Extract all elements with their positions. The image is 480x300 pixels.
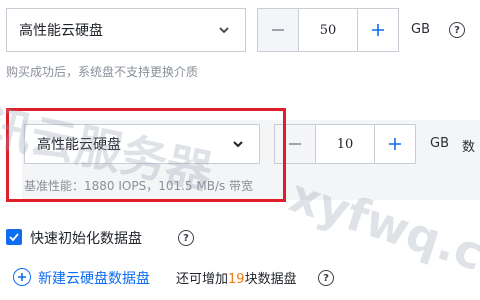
question-circle-icon[interactable]: ? xyxy=(318,270,334,286)
decrement-button[interactable] xyxy=(257,8,299,52)
question-circle-icon[interactable]: ? xyxy=(449,22,465,38)
remaining-disks-text: 还可增加19块数据盘 xyxy=(176,272,297,287)
chevron-down-icon xyxy=(215,21,233,39)
system-disk-type-value: 高性能云硬盘 xyxy=(19,23,103,39)
data-disk-size-stepper[interactable]: 10 xyxy=(274,124,416,164)
plus-icon xyxy=(389,138,401,150)
increment-button[interactable] xyxy=(357,8,399,52)
system-disk-size-stepper[interactable]: 50 xyxy=(257,8,399,52)
system-disk-size-input[interactable]: 50 xyxy=(299,8,357,52)
minus-icon xyxy=(289,143,301,145)
data-disk-trailing-text: 数 xyxy=(462,140,476,155)
data-disk-size-input[interactable]: 10 xyxy=(316,124,374,164)
system-disk-unit: GB xyxy=(411,22,430,37)
increment-button[interactable] xyxy=(374,124,416,164)
data-disk-unit: GB xyxy=(430,136,449,151)
plus-circle-icon[interactable] xyxy=(13,268,31,286)
quick-init-checkbox[interactable] xyxy=(6,229,22,245)
plus-icon xyxy=(372,24,384,36)
quick-init-label[interactable]: 快速初始化数据盘 xyxy=(30,228,142,248)
highlight-frame xyxy=(6,108,286,202)
add-data-disk-link[interactable]: 新建云硬盘数据盘 xyxy=(38,268,150,288)
system-disk-hint: 购买成功后，系统盘不支持更换介质 xyxy=(6,65,199,79)
minus-icon xyxy=(272,29,284,31)
checkmark-icon xyxy=(9,233,19,242)
question-circle-icon[interactable]: ? xyxy=(178,230,194,246)
system-disk-type-select[interactable]: 高性能云硬盘 xyxy=(6,8,246,52)
remaining-disks-count: 19 xyxy=(228,272,245,287)
